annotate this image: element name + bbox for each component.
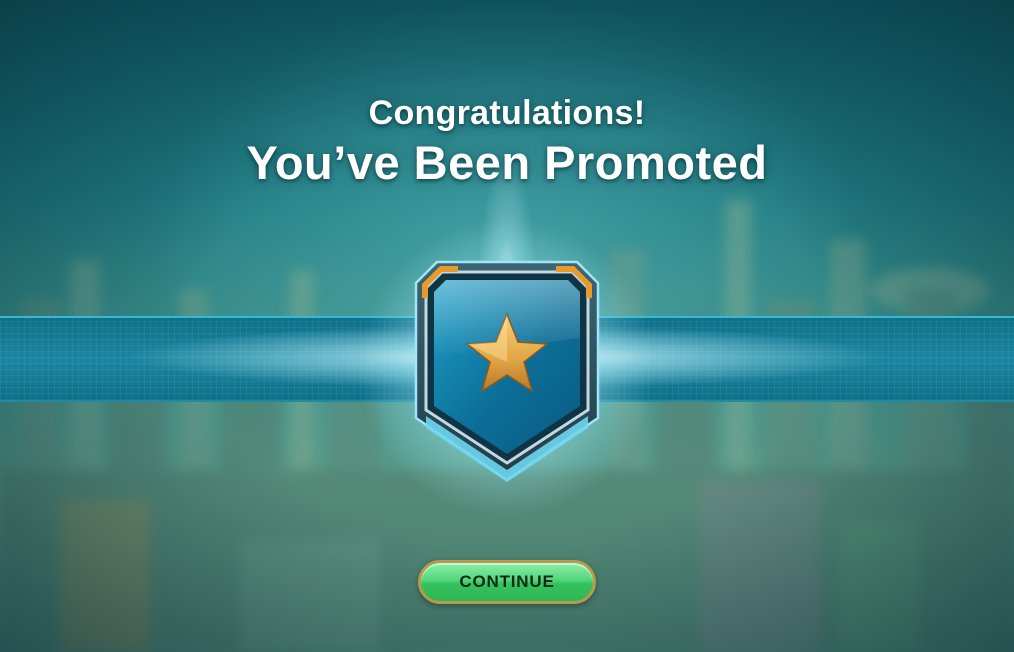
promotion-screen: Congratulations! You’ve Been Promoted CO… <box>0 0 1014 652</box>
continue-button[interactable]: CONTINUE <box>418 560 596 604</box>
congratulations-title: Congratulations! <box>368 94 646 132</box>
rank-badge <box>414 260 600 482</box>
continue-button-label: CONTINUE <box>459 572 555 591</box>
promoted-title: You’ve Been Promoted <box>246 136 768 189</box>
